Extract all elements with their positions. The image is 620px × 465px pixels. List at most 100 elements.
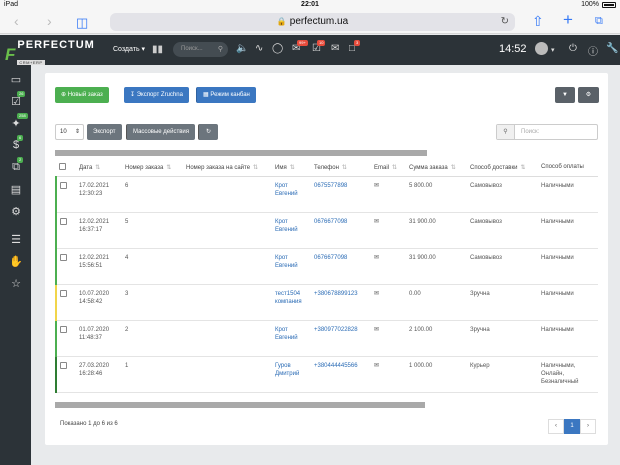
settings-button[interactable]: ⚙ bbox=[578, 87, 599, 103]
notifications-icon[interactable]: □ 3 bbox=[349, 40, 361, 54]
column-header-site-order-number[interactable]: Номер заказа на сайте ⇅ bbox=[183, 159, 272, 177]
email-icon[interactable]: ✉ bbox=[371, 356, 406, 393]
cell-name-link[interactable]: Крот Евгений bbox=[272, 320, 311, 357]
row-checkbox[interactable] bbox=[60, 217, 67, 225]
cell-date: 10.07.2020 14:58:42 bbox=[76, 284, 122, 321]
share-icon[interactable]: ⇧ bbox=[532, 13, 544, 30]
new-order-button[interactable]: ⊕ Новый заказ bbox=[55, 87, 109, 103]
new-tab-icon[interactable]: + bbox=[563, 10, 573, 30]
cell-delivery: Самовывоз bbox=[467, 212, 538, 249]
table-row[interactable]: 12.02.2021 15:56:51 4 Крот Евгений 0676677098… bbox=[55, 248, 598, 285]
address-bar[interactable]: 🔒 perfectum.ua ↻ bbox=[110, 13, 515, 31]
column-header-phone[interactable]: Телефон ⇅ bbox=[311, 159, 371, 177]
row-checkbox[interactable] bbox=[60, 181, 67, 189]
cell-phone-link[interactable]: +380678899123 bbox=[311, 284, 371, 321]
cell-delivery: Самовывоз bbox=[467, 248, 538, 285]
prev-page-button[interactable]: ‹ bbox=[548, 419, 564, 434]
cell-name-link[interactable]: Гуров Дмитрий bbox=[272, 356, 311, 393]
create-dropdown[interactable]: Создать ▾ bbox=[113, 45, 145, 53]
column-header-delivery[interactable]: Способ доставки ⇅ bbox=[467, 159, 538, 177]
cell-name-link[interactable]: тест1504 компания bbox=[272, 284, 311, 321]
sidebar-deals-badge: 258 bbox=[17, 113, 28, 119]
sidebar-item-tasks[interactable]: ☑ 26 bbox=[9, 91, 26, 108]
chevron-down-icon[interactable]: ▾ bbox=[551, 46, 555, 54]
email-icon[interactable]: ✉ bbox=[371, 284, 406, 321]
horizontal-scrollbar-top[interactable] bbox=[55, 150, 427, 156]
table-search-input[interactable]: ⚲ Поиск: bbox=[496, 124, 598, 140]
sidebar-item-deals[interactable]: ✦ 258 bbox=[9, 113, 28, 130]
volume-icon[interactable]: 🔈 bbox=[236, 43, 248, 54]
sort-icon: ⇅ bbox=[520, 164, 526, 171]
table-row[interactable]: 10.07.2020 14:58:42 3 тест1504 компания +3806… bbox=[55, 284, 598, 321]
cell-phone-link[interactable]: +380977022828 bbox=[311, 320, 371, 357]
back-icon[interactable]: ‹ bbox=[14, 13, 19, 29]
briefcase-icon[interactable]: ▤ bbox=[9, 183, 23, 196]
cell-payment: Наличными bbox=[538, 320, 598, 357]
bar-chart-icon[interactable]: ▮▮ bbox=[152, 44, 163, 55]
table-row[interactable]: 12.02.2021 16:37:17 5 Крот Евгений 0676677098… bbox=[55, 212, 598, 249]
power-icon[interactable]: ⏻ bbox=[569, 43, 577, 54]
table-row[interactable]: 27.03.2020 16:28:46 1 Гуров Дмитрий +38044444… bbox=[55, 356, 598, 393]
table-row[interactable]: 01.07.2020 11:48:37 2 Крот Евгений +380977022… bbox=[55, 320, 598, 357]
reload-icon[interactable]: ↻ bbox=[501, 13, 509, 31]
export-button[interactable]: Экспорт bbox=[87, 124, 122, 140]
audio-wave-icon[interactable]: ∿ bbox=[255, 43, 263, 54]
filter-button[interactable]: ▼ bbox=[555, 87, 575, 103]
help-icon[interactable]: ⓘ bbox=[588, 43, 598, 58]
bulk-actions-button[interactable]: Массовые действия bbox=[126, 124, 196, 140]
sidebar-tasks-badge: 26 bbox=[17, 91, 26, 97]
email-icon[interactable]: ✉ bbox=[371, 248, 406, 285]
row-checkbox[interactable] bbox=[60, 325, 67, 333]
column-header-order-number[interactable]: Номер заказа ⇅ bbox=[122, 159, 183, 177]
bookmarks-icon[interactable]: ◫ bbox=[76, 15, 88, 31]
kanban-button[interactable]: ▦ Режим канбан bbox=[196, 87, 256, 103]
forward-icon[interactable]: › bbox=[47, 13, 52, 29]
star-icon[interactable]: ☆ bbox=[9, 277, 23, 290]
cell-name-link[interactable]: Крот Евгений bbox=[272, 248, 311, 285]
sidebar-item-orders[interactable]: ⧉ 2 bbox=[9, 157, 24, 174]
cell-phone-link[interactable]: 0676677098 bbox=[311, 212, 371, 249]
tasks-icon[interactable]: ☑ 10 bbox=[312, 40, 326, 54]
cell-phone-link[interactable]: 0676677098 bbox=[311, 248, 371, 285]
gear-icon[interactable]: ⚙ bbox=[9, 205, 23, 218]
header-search-input[interactable]: Поиск... ⚲ bbox=[173, 42, 228, 57]
layers-icon[interactable]: ☰ bbox=[9, 233, 23, 246]
column-header-sum[interactable]: Сумма заказа ⇅ bbox=[406, 159, 467, 177]
column-header-payment[interactable]: Способ оплаты bbox=[538, 159, 598, 177]
ios-time: 22:01 bbox=[301, 1, 319, 8]
messages-icon[interactable]: ✉ 99+ bbox=[292, 40, 308, 54]
next-page-button[interactable]: › bbox=[580, 419, 596, 434]
hand-icon[interactable]: ✋ bbox=[9, 255, 23, 268]
email-icon[interactable]: ✉ bbox=[371, 320, 406, 357]
wrench-icon[interactable]: 🔧 bbox=[606, 43, 618, 54]
horizontal-scrollbar-bottom[interactable] bbox=[55, 402, 425, 408]
column-header-date[interactable]: Дата ⇅ bbox=[76, 159, 122, 177]
monitor-icon[interactable]: ▭ bbox=[9, 73, 23, 86]
tabs-icon[interactable]: ⧉ bbox=[595, 15, 603, 28]
chat-icon[interactable]: ◯ bbox=[272, 43, 283, 54]
refresh-button[interactable]: ↻ bbox=[198, 124, 218, 140]
table-row[interactable]: 17.02.2021 12:30:23 6 Крот Евгений 0675577898… bbox=[55, 176, 598, 213]
inbox-icon[interactable]: ✉ bbox=[331, 43, 339, 54]
cell-phone-link[interactable]: 0675577898 bbox=[311, 176, 371, 213]
cell-phone-link[interactable]: +380444445566 bbox=[311, 356, 371, 393]
page-size-select[interactable]: 10 ⇕ bbox=[55, 124, 84, 140]
cell-name-link[interactable]: Крот Евгений bbox=[272, 176, 311, 213]
email-icon[interactable]: ✉ bbox=[371, 176, 406, 213]
row-checkbox[interactable] bbox=[60, 289, 67, 297]
page-button-current[interactable]: 1 bbox=[564, 419, 580, 434]
cell-name-link[interactable]: Крот Евгений bbox=[272, 212, 311, 249]
row-checkbox[interactable] bbox=[60, 361, 67, 369]
export-zruchna-button[interactable]: ↧ Экспорт Zruchna bbox=[124, 87, 189, 103]
cell-date: 12.02.2021 15:56:51 bbox=[76, 248, 122, 285]
column-header-email[interactable]: Email ⇅ bbox=[371, 159, 406, 177]
cell-order-number: 1 bbox=[122, 356, 183, 393]
row-checkbox[interactable] bbox=[60, 253, 67, 261]
cell-order-number: 4 bbox=[122, 248, 183, 285]
select-all-checkbox[interactable] bbox=[59, 162, 66, 170]
avatar[interactable] bbox=[535, 42, 548, 55]
cell-delivery: Курьер bbox=[467, 356, 538, 393]
email-icon[interactable]: ✉ bbox=[371, 212, 406, 249]
sidebar-item-finance[interactable]: $6 bbox=[9, 135, 24, 151]
column-header-name[interactable]: Имя ⇅ bbox=[272, 159, 311, 177]
